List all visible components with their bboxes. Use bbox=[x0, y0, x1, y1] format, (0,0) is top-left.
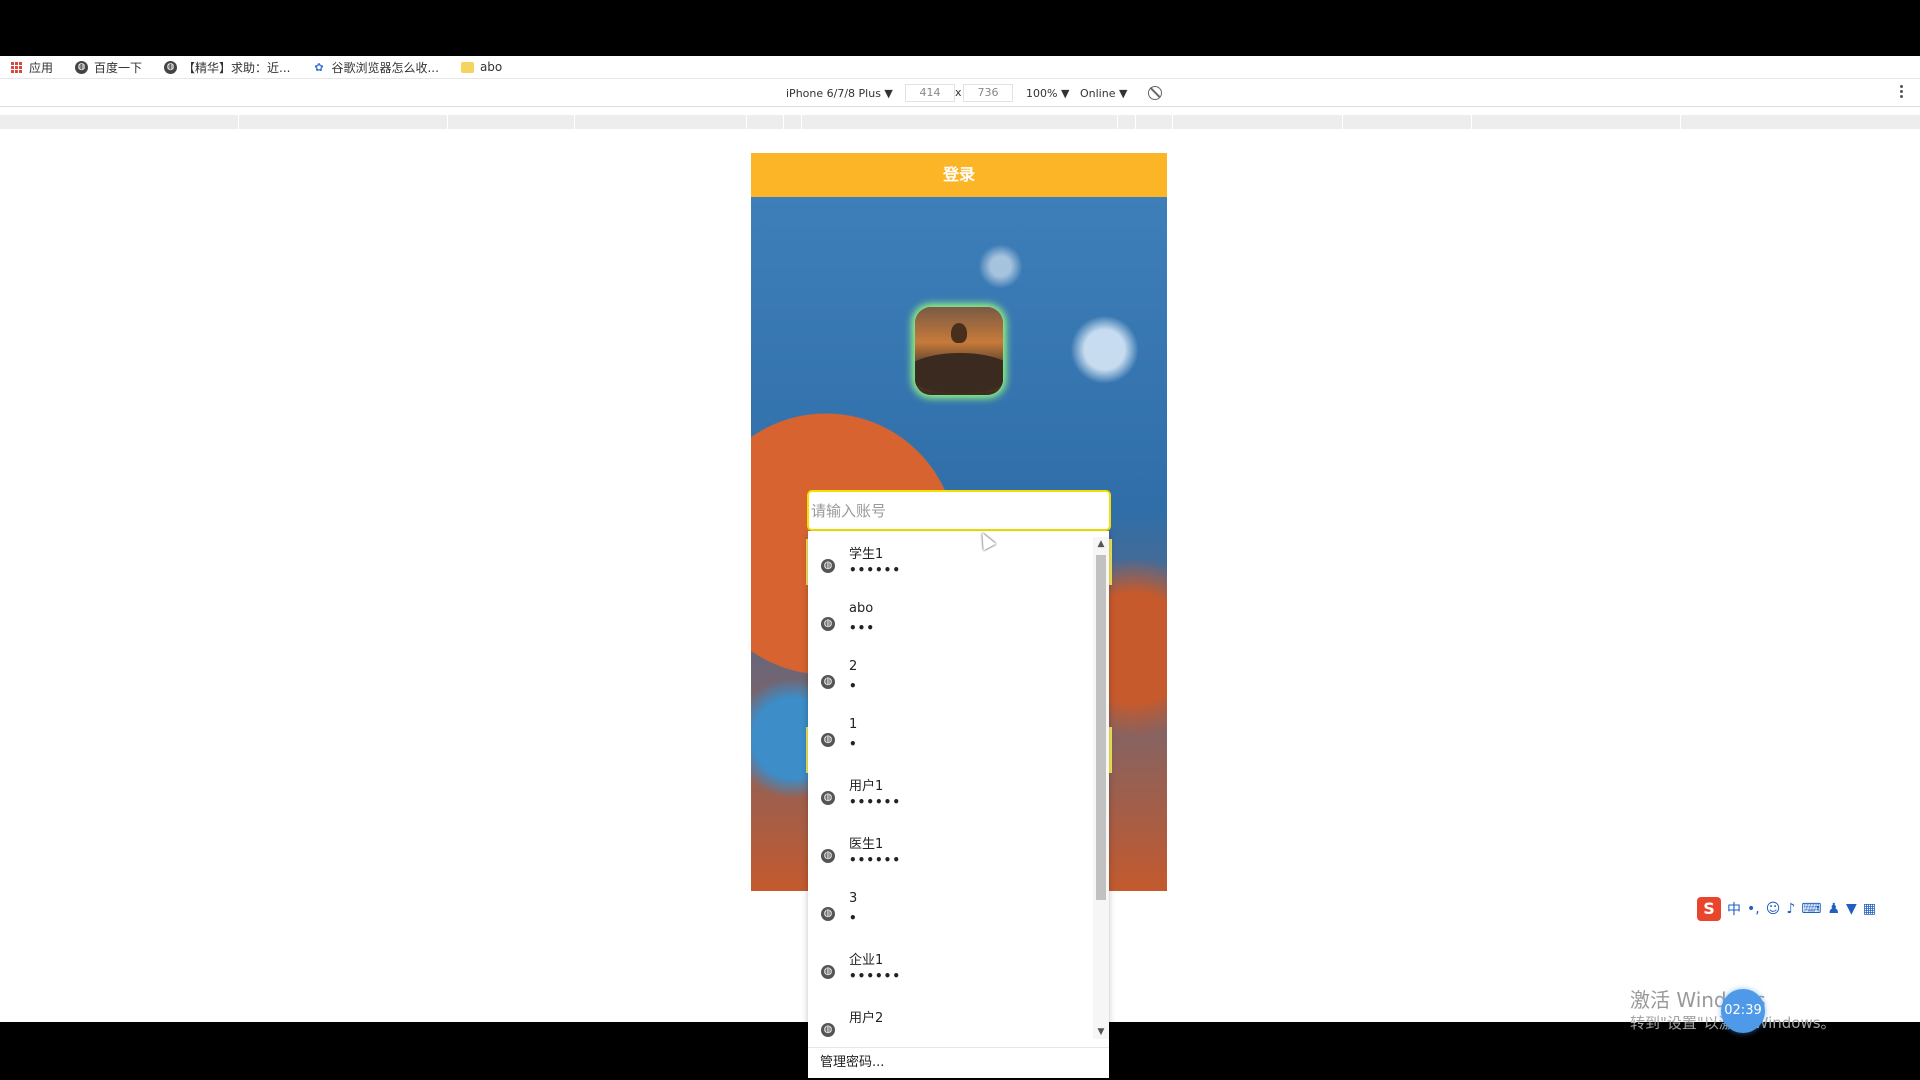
shirt-icon[interactable]: ▼ bbox=[1846, 901, 1857, 917]
bookmarks-bar: 应用 ◍ 百度一下 ◍ 【精华】求助：近... ✿ 谷歌浏览器怎么收... ab… bbox=[0, 56, 1920, 79]
autofill-username: 学生1 bbox=[849, 547, 884, 562]
sogou-logo-icon[interactable]: S bbox=[1697, 896, 1721, 921]
account-input[interactable] bbox=[811, 492, 1109, 529]
bookmark-apps[interactable]: 应用 bbox=[10, 59, 53, 76]
globe-icon: ◍ bbox=[821, 907, 835, 921]
autofill-entry[interactable]: ◍ 3 • bbox=[808, 885, 1093, 943]
autofill-dropdown: ◍ 学生1 •••••• ◍ abo ••• ◍ 2 • ◍ 1 • ◍ 用户1… bbox=[808, 531, 1109, 1078]
bookmark-label: 谷歌浏览器怎么收... bbox=[331, 60, 439, 75]
autofill-entry[interactable]: ◍ 用户2 bbox=[808, 1001, 1093, 1043]
dimension-separator: x bbox=[955, 86, 962, 99]
rotate-disabled-icon[interactable] bbox=[1148, 86, 1162, 100]
autofill-username: 用户2 bbox=[849, 1011, 884, 1026]
media-query-ruler bbox=[0, 115, 1920, 129]
globe-icon: ◍ bbox=[821, 559, 835, 573]
recording-timer[interactable]: 02:39 bbox=[1721, 989, 1765, 1033]
scroll-down-icon[interactable]: ▼ bbox=[1093, 1025, 1109, 1039]
autofill-password-mask: •••••• bbox=[849, 563, 902, 577]
zoom-select[interactable]: 100% ▼ bbox=[1026, 87, 1069, 100]
autofill-entry[interactable]: ◍ 学生1 •••••• bbox=[808, 537, 1093, 595]
avatar bbox=[915, 307, 1003, 395]
autofill-username: 3 bbox=[849, 891, 858, 906]
autofill-password-mask: •••••• bbox=[849, 853, 902, 867]
keyboard-icon[interactable]: ⌨ bbox=[1801, 901, 1821, 917]
globe-icon: ◍ bbox=[821, 1023, 835, 1037]
autofill-list: ◍ 学生1 •••••• ◍ abo ••• ◍ 2 • ◍ 1 • ◍ 用户1… bbox=[808, 537, 1093, 1043]
autofill-username: 企业1 bbox=[849, 953, 884, 968]
screen-frame: 应用 ◍ 百度一下 ◍ 【精华】求助：近... ✿ 谷歌浏览器怎么收... ab… bbox=[0, 0, 1920, 1080]
ime-punctuation-toggle[interactable]: •, bbox=[1747, 901, 1760, 917]
mic-icon[interactable]: ♪ bbox=[1786, 901, 1795, 917]
autofill-scrollbar[interactable]: ▲ ▼ bbox=[1093, 537, 1109, 1039]
device-select[interactable]: iPhone 6/7/8 Plus ▼ bbox=[786, 87, 893, 100]
autofill-password-mask: •••••• bbox=[849, 969, 902, 983]
bookmark-help-post[interactable]: ◍ 【精华】求助：近... bbox=[164, 59, 290, 76]
autofill-entry[interactable]: ◍ abo ••• bbox=[808, 595, 1093, 653]
autofill-username: 2 bbox=[849, 659, 858, 674]
bookmark-label: 百度一下 bbox=[94, 60, 143, 75]
globe-icon: ◍ bbox=[821, 733, 835, 747]
ime-mode-toggle[interactable]: 中 bbox=[1727, 899, 1741, 919]
autofill-entry[interactable]: ◍ 医生1 •••••• bbox=[808, 827, 1093, 885]
apps-grid-icon bbox=[10, 61, 23, 74]
smiley-icon[interactable]: ☺ bbox=[1766, 901, 1781, 917]
autofill-entry[interactable]: ◍ 1 • bbox=[808, 711, 1093, 769]
globe-icon: ◍ bbox=[75, 60, 89, 74]
autofill-password-mask: • bbox=[849, 679, 858, 693]
globe-icon: ◍ bbox=[821, 849, 835, 863]
autofill-entry[interactable]: ◍ 2 • bbox=[808, 653, 1093, 711]
device-toolbar: iPhone 6/7/8 Plus ▼ 414 x 736 100% ▼ Onl… bbox=[0, 80, 1920, 107]
scroll-up-icon[interactable]: ▲ bbox=[1093, 537, 1109, 551]
globe-icon: ◍ bbox=[164, 60, 178, 74]
bookmark-chrome-howto[interactable]: ✿ 谷歌浏览器怎么收... bbox=[312, 59, 439, 76]
autofill-username: 医生1 bbox=[849, 837, 884, 852]
skin-icon[interactable]: ♟ bbox=[1827, 901, 1840, 917]
bookmark-label: abo bbox=[479, 60, 503, 74]
ime-toolbar: S 中 •, ☺ ♪ ⌨ ♟ ▼ ▦ bbox=[1697, 896, 1903, 921]
folder-icon bbox=[460, 61, 474, 73]
bookmark-label: 应用 bbox=[29, 60, 54, 75]
account-input-wrapper bbox=[807, 490, 1111, 531]
autofill-password-mask: •••••• bbox=[849, 795, 902, 809]
grid-icon[interactable]: ▦ bbox=[1863, 901, 1876, 917]
scrollbar-thumb[interactable] bbox=[1096, 555, 1106, 900]
bookmark-baidu[interactable]: ◍ 百度一下 bbox=[75, 59, 142, 76]
browser-window: 应用 ◍ 百度一下 ◍ 【精华】求助：近... ✿ 谷歌浏览器怎么收... ab… bbox=[0, 56, 1920, 1078]
bookmark-label: 【精华】求助：近... bbox=[183, 60, 291, 75]
page-title: 登录 bbox=[751, 153, 1167, 197]
autofill-password-mask: • bbox=[849, 737, 858, 751]
more-options-icon[interactable] bbox=[1900, 85, 1904, 100]
globe-icon: ◍ bbox=[821, 675, 835, 689]
globe-icon: ◍ bbox=[821, 965, 835, 979]
avatar-hill-shape bbox=[915, 353, 1003, 393]
autofill-username: 用户1 bbox=[849, 779, 884, 794]
autofill-username: 1 bbox=[849, 717, 858, 732]
autofill-entry[interactable]: ◍ 企业1 •••••• bbox=[808, 943, 1093, 1001]
avatar-tree-shape bbox=[951, 323, 967, 343]
globe-icon: ◍ bbox=[821, 617, 835, 631]
autofill-username: abo bbox=[849, 601, 874, 616]
paw-icon: ✿ bbox=[314, 60, 324, 74]
autofill-entry[interactable]: ◍ 用户1 •••••• bbox=[808, 769, 1093, 827]
viewport-height-input[interactable]: 736 bbox=[963, 84, 1013, 102]
globe-icon: ◍ bbox=[821, 791, 835, 805]
viewport-width-input[interactable]: 414 bbox=[905, 84, 955, 102]
bookmark-folder-abo[interactable]: abo bbox=[460, 60, 503, 74]
autofill-password-mask: • bbox=[849, 911, 858, 925]
autofill-password-mask: ••• bbox=[849, 621, 876, 635]
network-throttle-select[interactable]: Online ▼ bbox=[1080, 87, 1127, 100]
manage-passwords-link[interactable]: 管理密码... bbox=[808, 1047, 1109, 1078]
autofill-password-mask bbox=[849, 1027, 1093, 1043]
